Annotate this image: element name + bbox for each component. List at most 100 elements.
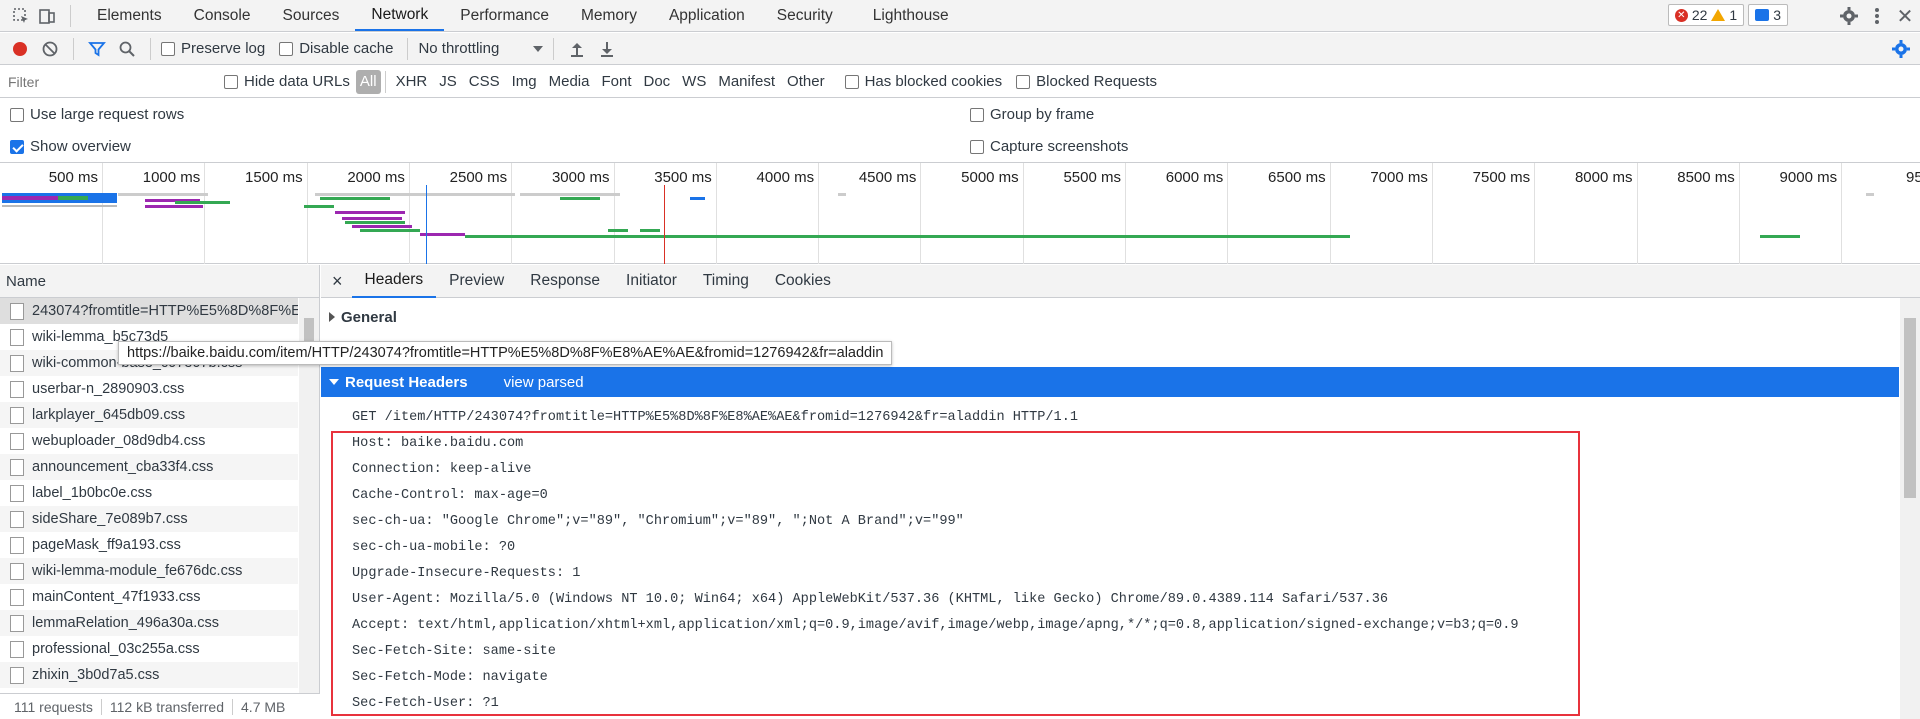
waterfall-bar [1866,193,1874,196]
import-har-icon[interactable] [564,36,590,62]
disable-cache-checkbox[interactable]: Disable cache [279,40,393,57]
filter-type-xhr[interactable]: XHR [390,70,434,94]
request-name: sideShare_7e089b7.css [32,511,188,527]
filter-type-img[interactable]: Img [506,70,543,94]
waterfall-bar [315,193,515,196]
filter-type-font[interactable]: Font [595,70,637,94]
tab-performance[interactable]: Performance [444,0,565,31]
tab-elements[interactable]: Elements [81,0,178,31]
separator [384,70,386,93]
request-row[interactable]: lemmaRelation_496a30a.css [0,610,298,636]
inspect-element-icon[interactable] [8,3,34,29]
tab-preview[interactable]: Preview [436,265,517,298]
transferred-size: 112 kB transferred [109,698,225,715]
tab-sources[interactable]: Sources [267,0,356,31]
tab-lighthouse[interactable]: Lighthouse [857,0,965,31]
tab-security[interactable]: Security [761,0,849,31]
has-blocked-cookies-checkbox[interactable]: Has blocked cookies [844,73,1002,90]
caret-right-icon [329,312,335,322]
filter-type-css[interactable]: CSS [463,70,506,94]
close-devtools-icon[interactable]: ✕ [1892,3,1918,29]
filter-type-all[interactable]: All [355,69,381,94]
request-row[interactable]: larkplayer_645db09.css [0,402,298,428]
waterfall-bar [2,196,58,200]
tab-response[interactable]: Response [517,265,613,298]
general-section-toggle[interactable]: General [321,302,397,332]
request-row[interactable]: professional_03c255a.css [0,636,298,662]
network-settings-gear-icon[interactable] [1888,36,1914,62]
filter-bar: Hide data URLs All XHR JS CSS Img Media … [0,66,1920,98]
request-row[interactable]: wiki-lemma-module_fe676dc.css [0,558,298,584]
close-detail-icon[interactable]: × [321,265,352,298]
file-icon [10,406,24,424]
file-icon [10,510,24,528]
timeline-tick-label: 6500 ms [1268,169,1326,186]
tab-timing[interactable]: Timing [690,265,762,298]
filter-type-ws[interactable]: WS [676,70,712,94]
messages-badge[interactable]: 3 [1748,4,1788,26]
request-row[interactable]: userbar-n_2890903.css [0,376,298,402]
network-toolbar: Preserve log Disable cache No throttling [0,33,1920,65]
tab-cookies[interactable]: Cookies [762,265,844,298]
waterfall-bar [335,211,405,214]
view-parsed-link[interactable]: view parsed [504,374,584,391]
search-icon[interactable] [114,36,140,62]
record-icon[interactable] [7,36,33,62]
request-name: label_1b0bc0e.css [32,485,153,501]
waterfall-bar [608,229,628,232]
filter-input[interactable] [4,69,210,94]
request-row[interactable]: announcement_cba33f4.css [0,454,298,480]
hide-data-urls-checkbox[interactable]: Hide data URLs [224,73,350,90]
large-rows-checkbox[interactable]: Use large request rows [10,106,184,123]
tab-console[interactable]: Console [178,0,267,31]
timeline-tick-label: 8500 ms [1677,169,1735,186]
request-name: zhixin_3b0d7a5.css [32,667,160,683]
tab-application[interactable]: Application [653,0,761,31]
filter-type-media[interactable]: Media [543,70,596,94]
message-icon [1755,9,1770,21]
request-row[interactable]: sideShare_7e089b7.css [0,506,298,532]
settings-gear-icon[interactable] [1836,3,1862,29]
request-row[interactable]: webuploader_08d9db4.css [0,428,298,454]
waterfall-bar [1760,235,1800,238]
file-icon [10,432,24,450]
blocked-requests-checkbox[interactable]: Blocked Requests [1016,73,1157,90]
timeline-tick-label: 5500 ms [1063,169,1121,186]
timeline-tick-label: 1500 ms [245,169,303,186]
timeline-tick-label: 7500 ms [1472,169,1531,186]
tab-memory[interactable]: Memory [565,0,653,31]
tab-network[interactable]: Network [355,0,445,31]
waterfall-bar [690,197,705,200]
request-row[interactable]: pageMask_ff9a193.css [0,532,298,558]
export-har-icon[interactable] [594,36,620,62]
preserve-log-checkbox[interactable]: Preserve log [161,40,265,57]
device-toolbar-icon[interactable] [34,3,60,29]
request-row[interactable]: zhixin_3b0d7a5.css [0,662,298,688]
filter-type-other[interactable]: Other [781,70,831,94]
show-overview-checkbox[interactable]: Show overview [10,138,131,155]
issues-badge[interactable]: ✕ 22 1 [1667,4,1745,26]
filter-type-manifest[interactable]: Manifest [712,70,781,94]
waterfall-bar [640,229,660,232]
throttling-select[interactable]: No throttling [418,40,544,57]
capture-screenshots-checkbox[interactable]: Capture screenshots [970,138,1128,155]
request-headers-section-toggle[interactable]: Request Headers view parsed [321,367,1899,397]
filter-type-doc[interactable]: Doc [637,70,676,94]
detail-scrollbar[interactable] [1900,298,1920,719]
filter-type-js[interactable]: JS [433,70,463,94]
request-row[interactable]: 243074?fromtitle=HTTP%E5%8D%8F%E8%AE%AE [0,298,298,324]
tab-initiator[interactable]: Initiator [613,265,690,298]
group-by-frame-checkbox[interactable]: Group by frame [970,106,1094,123]
request-row[interactable]: label_1b0bc0e.css [0,480,298,506]
tab-headers[interactable]: Headers [351,265,437,298]
detail-tab-bar: × Headers Preview Response Initiator Tim… [321,265,1920,298]
timeline-overview[interactable]: 500 ms 1000 ms 1500 ms 2000 ms 2500 ms 3000 m… [0,163,1920,264]
highlight-box [331,431,1580,716]
clear-icon[interactable] [37,36,63,62]
timeline-tick-label: 500 ms [48,169,98,186]
request-row[interactable]: mainContent_47f1933.css [0,584,298,610]
more-options-icon[interactable] [1864,3,1890,29]
request-count: 111 requests [14,698,93,715]
name-column-header[interactable]: Name [0,265,319,298]
filter-icon[interactable] [84,36,110,62]
